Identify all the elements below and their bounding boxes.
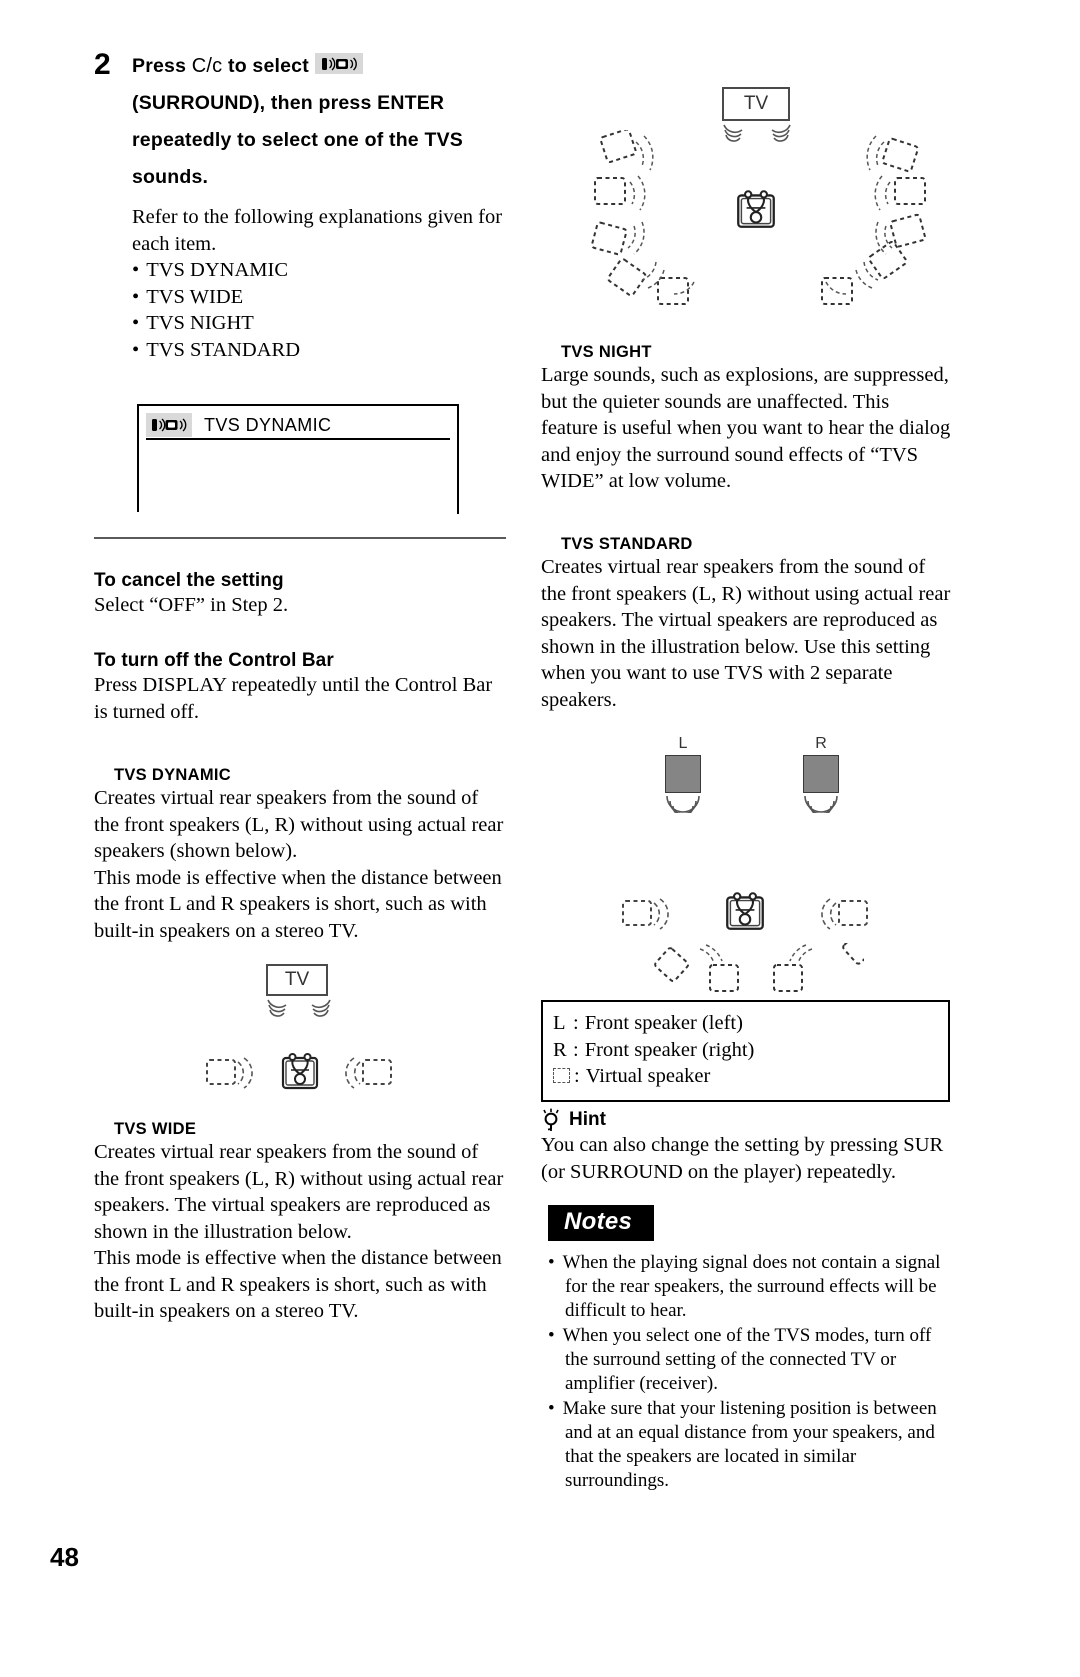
speaker-left-waves-icon	[666, 795, 700, 813]
step-press-label: Press	[132, 55, 187, 77]
virtual-speaker-right-icon	[345, 1057, 392, 1089]
hint-heading: Hint	[569, 1109, 606, 1130]
tvs-dynamic-section: TVS DYNAMIC Creates virtual rear speaker…	[94, 766, 506, 944]
surround-icon	[146, 413, 192, 437]
speaker-right-icon	[803, 755, 839, 793]
tvs-night-section: TVS NIGHT Large sounds, such as explosio…	[541, 343, 951, 495]
step-instruction-line-1: Press C/c to select	[132, 48, 506, 85]
list-item: TVS DYNAMIC	[132, 257, 506, 284]
step-instruction-line-3: repeatedly to select one of the TVS	[132, 129, 463, 151]
manual-page: 2 Press C/c to select (SURROUND), then p…	[0, 0, 1080, 1677]
osd-selected-mode: TVS DYNAMIC	[204, 414, 332, 435]
virtual-speaker-left-icon	[206, 1057, 253, 1089]
control-bar-section: To turn off the Control Bar Press DISPLA…	[94, 650, 506, 725]
tvs-standard-diagram: L R	[600, 735, 900, 992]
page-number: 48	[50, 1542, 79, 1572]
lightbulb-icon	[543, 1108, 559, 1131]
dashed-square-icon	[553, 1063, 574, 1090]
hint-body: You can also change the setting by press…	[541, 1134, 944, 1183]
section-body: Creates virtual rear speakers from the s…	[94, 787, 504, 942]
front-speaker-left: L	[660, 735, 706, 813]
section-body: Large sounds, such as explosions, are su…	[541, 364, 951, 492]
hint-heading-row: Hint	[541, 1108, 951, 1132]
step-number: 2	[94, 48, 111, 81]
virtual-speaker-arc-right-icon	[821, 135, 927, 305]
list-item: TVS STANDARD	[132, 337, 506, 364]
cursor-keys-label: C/c	[191, 55, 223, 77]
notes-list: When the playing signal does not contain…	[548, 1251, 951, 1493]
legend-row: R : Front speaker (right)	[553, 1037, 948, 1064]
list-item: TVS WIDE	[132, 284, 506, 311]
speaker-left-label: L	[678, 735, 688, 752]
list-item: Make sure that your listening position i…	[548, 1397, 951, 1493]
notes-section: Notes When the playing signal does not c…	[548, 1205, 951, 1494]
speaker-right-waves-icon	[804, 795, 838, 813]
legend-separator: :	[573, 1038, 579, 1061]
osd-display-mock: TVS DYNAMIC	[137, 404, 459, 514]
legend-text: Front speaker (right)	[584, 1038, 755, 1061]
tvs-wide-section: TVS WIDE Creates virtual rear speakers f…	[94, 1120, 506, 1325]
tvs-wide-diagram: TV	[570, 85, 950, 330]
tvs-dynamic-diagram: TV	[180, 960, 420, 1110]
tv-label: TV	[284, 969, 310, 990]
section-divider	[94, 537, 506, 539]
section-heading: TVS DYNAMIC	[114, 766, 231, 784]
list-item: When you select one of the TVS modes, tu…	[548, 1324, 951, 1396]
section-body: Creates virtual rear speakers from the s…	[94, 1141, 504, 1322]
step-instruction-line-4: sounds.	[132, 166, 209, 188]
tv-icon: TV	[722, 87, 790, 121]
step-explanation: Refer to the following explanations give…	[132, 206, 503, 255]
speaker-right-label: R	[815, 735, 827, 752]
section-body: Creates virtual rear speakers from the s…	[541, 556, 951, 711]
step-select-label: to select	[228, 55, 309, 77]
front-speaker-right: R	[798, 735, 844, 813]
step-instruction-line-2: (SURROUND), then press ENTER	[132, 92, 445, 114]
virtual-speaker-left-icon	[622, 898, 669, 930]
tvs-mode-list: TVS DYNAMIC TVS WIDE TVS NIGHT TVS STAND…	[132, 257, 506, 363]
left-column: 2 Press C/c to select (SURROUND), then p…	[94, 48, 506, 363]
legend-key: R	[553, 1038, 567, 1061]
virtual-speaker-right-icon	[821, 898, 868, 930]
osd-control-bar: TVS DYNAMIC	[146, 412, 450, 440]
list-item: When the playing signal does not contain…	[548, 1251, 951, 1323]
list-item: TVS NIGHT	[132, 310, 506, 337]
legend-box: L : Front speaker (left) R : Front speak…	[541, 1000, 950, 1102]
listener-icon	[281, 1053, 319, 1090]
tv-icon: TV	[266, 964, 328, 996]
legend-text: Virtual speaker	[585, 1065, 711, 1087]
listener-icon	[726, 892, 764, 930]
tvs-standard-section: TVS STANDARD Creates virtual rear speake…	[541, 535, 951, 713]
section-heading: TVS STANDARD	[561, 535, 693, 553]
section-body: Select “OFF” in Step 2.	[94, 594, 289, 616]
cancel-setting-section: To cancel the setting Select “OFF” in St…	[94, 570, 506, 619]
speaker-left-icon	[665, 755, 701, 793]
legend-key: L	[553, 1012, 566, 1034]
step-body: Press C/c to select (SURROUND), then pre…	[132, 48, 506, 363]
legend-text: Front speaker (left)	[584, 1012, 743, 1034]
step-2-block: 2 Press C/c to select (SURROUND), then p…	[94, 48, 506, 363]
notes-badge: Notes	[548, 1205, 655, 1241]
tv-sound-waves-icon	[267, 999, 331, 1017]
section-heading: To turn off the Control Bar	[94, 650, 334, 671]
virtual-speaker-arc-left-icon	[590, 130, 695, 305]
section-heading: TVS WIDE	[114, 1120, 197, 1138]
section-body: Press DISPLAY repeatedly until the Contr…	[94, 674, 493, 723]
section-heading: TVS NIGHT	[561, 343, 652, 361]
hint-section: Hint You can also change the setting by …	[541, 1108, 951, 1185]
legend-separator: :	[573, 1012, 579, 1034]
legend-row: : Virtual speaker	[553, 1063, 948, 1090]
legend-separator: :	[574, 1065, 580, 1087]
section-heading: To cancel the setting	[94, 570, 284, 591]
surround-icon	[314, 53, 363, 74]
tv-label: TV	[743, 93, 769, 114]
legend-row: L : Front speaker (left)	[553, 1010, 948, 1037]
